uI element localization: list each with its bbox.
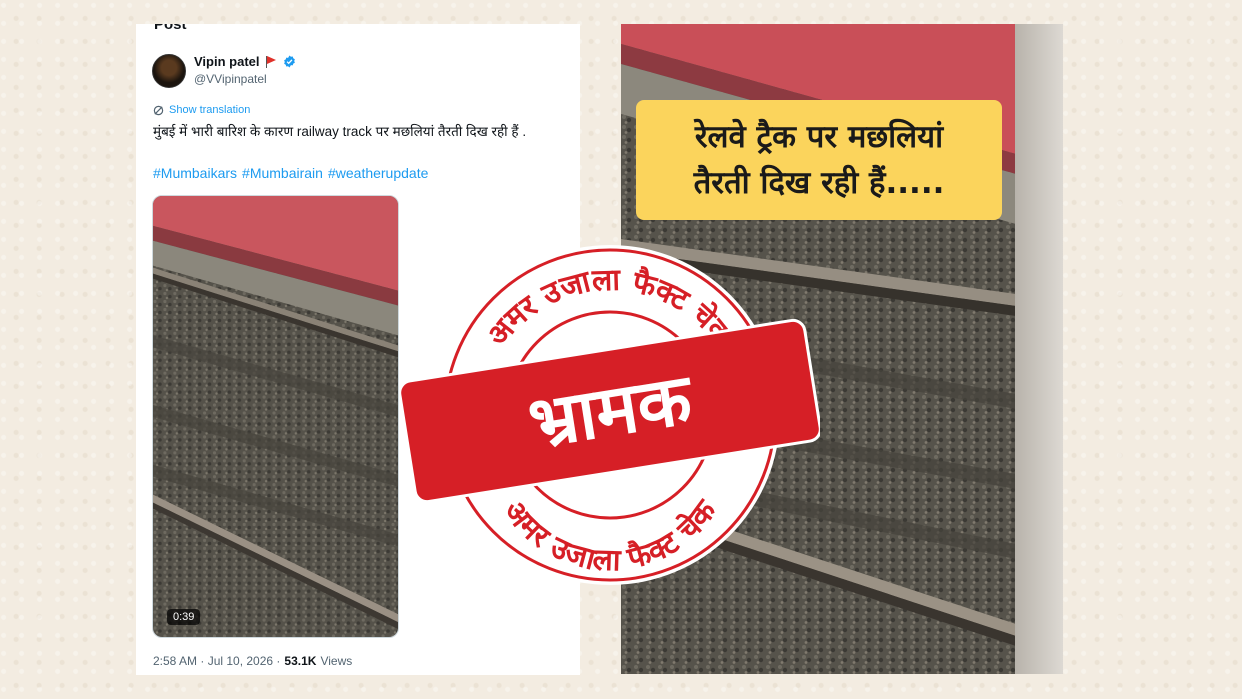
hashtag-link[interactable]: #Mumbaikars <box>153 165 237 181</box>
verified-icon <box>283 55 295 68</box>
tweet-text: मुंबई में भारी बारिश के कारण railway tra… <box>153 124 527 139</box>
author-handle[interactable]: @VVipinpatel <box>194 72 267 86</box>
author-row: Vipin patel <box>194 54 296 69</box>
tweet-meta: 2:58 AM · Jul 10, 2026 · 53.1K Views <box>153 654 352 668</box>
flag-icon <box>265 55 277 68</box>
translate-icon <box>153 105 164 115</box>
fact-check-stamp: अमर उजाला फैक्ट चेक अमर उजाला फैक्ट चेक … <box>400 245 820 585</box>
headline-line-2: तैरती दिख रही हैं..... <box>693 165 945 201</box>
headline-box: रेलवे ट्रैक पर मछलियां तैरती दिख रही हैं… <box>636 100 1002 220</box>
hashtag-link[interactable]: #Mumbairain <box>242 165 323 181</box>
translate-row[interactable]: Show translation <box>153 104 250 116</box>
views-count: 53.1K <box>284 654 317 668</box>
views-label: Views <box>320 654 353 668</box>
video-duration: 0:39 <box>167 609 201 625</box>
avatar[interactable] <box>152 54 186 88</box>
post-time[interactable]: 2:58 AM · Jul 10, 2026 · <box>153 654 280 668</box>
headline-line-1: रेलवे ट्रैक पर मछलियां <box>694 119 944 155</box>
railway-track-image <box>153 196 398 637</box>
post-header: Post <box>154 24 187 33</box>
show-translation-link[interactable]: Show translation <box>169 104 250 116</box>
author-name[interactable]: Vipin patel <box>194 54 260 69</box>
tweet-video[interactable]: 0:39 <box>152 195 399 638</box>
hashtag-list: #Mumbaikars #Mumbairain #weatherupdate <box>153 165 428 181</box>
frame-side-strip <box>1015 24 1063 674</box>
hashtag-link[interactable]: #weatherupdate <box>328 165 428 181</box>
